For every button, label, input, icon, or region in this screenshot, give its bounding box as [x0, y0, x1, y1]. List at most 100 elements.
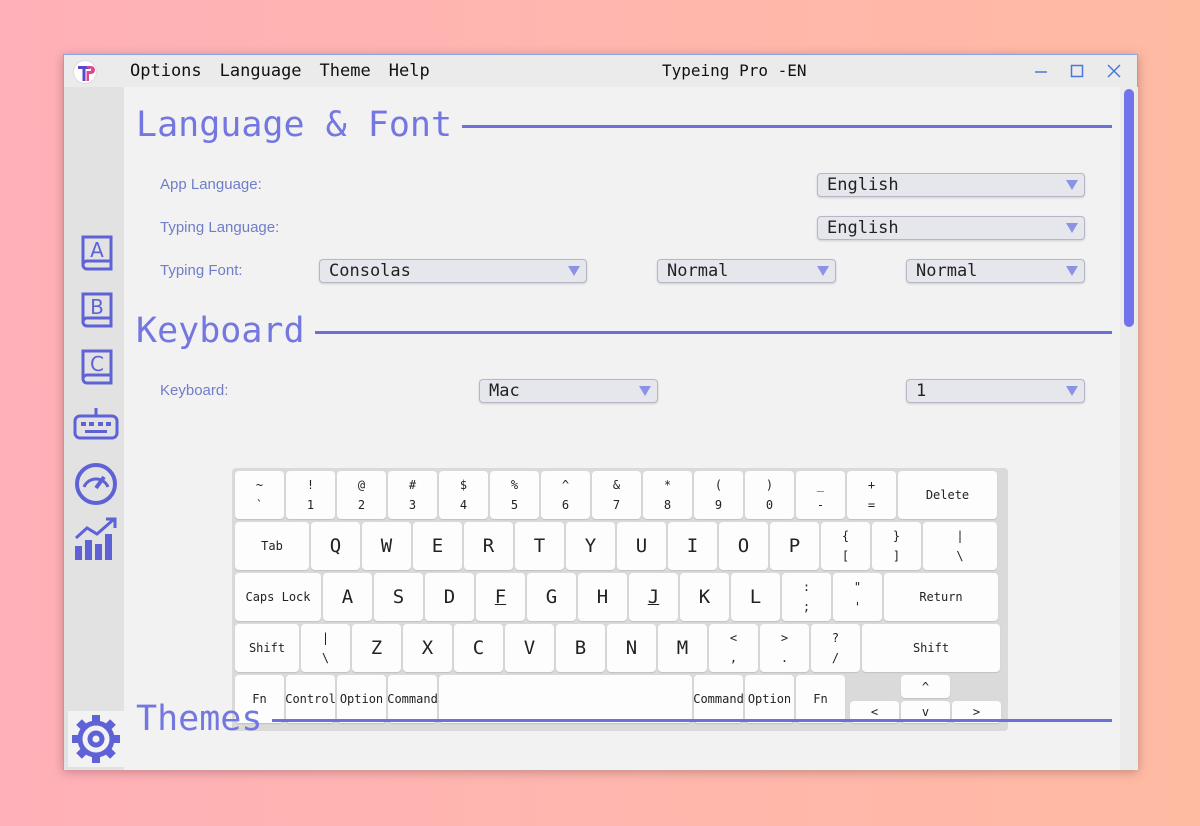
- key-label: D: [443, 586, 456, 608]
- key-label: W: [380, 535, 393, 557]
- keyboard-variant-select[interactable]: 1: [906, 379, 1085, 403]
- key-symbol: }]: [872, 522, 921, 570]
- key-shift-label: ?: [831, 631, 840, 645]
- keyboard-layout-select[interactable]: Mac: [479, 379, 658, 403]
- gear-icon[interactable]: [68, 711, 124, 767]
- key-shift-label: ^: [561, 478, 570, 492]
- chart-icon[interactable]: [73, 516, 119, 562]
- app-language-select[interactable]: English: [817, 173, 1085, 197]
- key-tab: Tab: [235, 522, 309, 570]
- key-shift: Shift: [235, 624, 299, 672]
- title-bar: Options Language Theme Help Typeing Pro …: [64, 55, 1137, 87]
- key-v: V: [505, 624, 554, 672]
- key-label: C: [472, 637, 485, 659]
- key-base-label: .: [780, 651, 789, 665]
- svg-text:A: A: [90, 238, 104, 262]
- typing-font-family-select[interactable]: Consolas: [319, 259, 587, 283]
- key-return: Return: [884, 573, 998, 621]
- key-label: E: [431, 535, 444, 557]
- scroll-thumb[interactable]: [1124, 89, 1134, 327]
- language-font-heading: Language & Font: [136, 105, 453, 145]
- key-m: M: [658, 624, 707, 672]
- key-shift-label: ~: [255, 478, 264, 492]
- menu-language[interactable]: Language: [212, 59, 312, 83]
- key-p: P: [770, 522, 819, 570]
- key-shift-label: ): [765, 478, 774, 492]
- key-z: Z: [352, 624, 401, 672]
- key-base-label: ': [853, 600, 862, 614]
- key-label: ^: [921, 679, 930, 694]
- key-label: L: [749, 586, 762, 608]
- typing-font-style-select[interactable]: Normal: [906, 259, 1085, 283]
- settings-content: Language & Font App Language: English Ty…: [124, 87, 1120, 770]
- key-q: Q: [311, 522, 360, 570]
- key-shift-label: |: [956, 529, 964, 543]
- dropdown-arrow-icon: [568, 266, 580, 276]
- menu-help[interactable]: Help: [381, 59, 440, 83]
- book-b-icon[interactable]: B: [73, 288, 119, 334]
- key-shift-label: (: [714, 478, 723, 492]
- key-label: Shift: [912, 641, 950, 655]
- app-language-value: English: [827, 175, 899, 195]
- key-label: B: [574, 637, 587, 659]
- book-a-icon[interactable]: A: [73, 231, 119, 277]
- key-caps-lock: Caps Lock: [235, 573, 321, 621]
- typing-font-label: Typing Font:: [160, 262, 243, 279]
- key-base-label: 6: [561, 498, 570, 512]
- key-label: Delete: [925, 488, 970, 502]
- key-symbol: | \: [301, 624, 350, 672]
- typing-font-weight-select[interactable]: Normal: [657, 259, 836, 283]
- key-base-label: 3: [408, 498, 417, 512]
- key-symbol: ) 0: [745, 471, 794, 519]
- book-c-icon[interactable]: C: [73, 345, 119, 391]
- typing-language-value: English: [827, 218, 899, 238]
- key-symbol: (9: [694, 471, 743, 519]
- minimize-icon[interactable]: [1032, 62, 1050, 80]
- vertical-scrollbar[interactable]: [1120, 87, 1138, 770]
- keyboard-layout-value: Mac: [489, 381, 520, 401]
- menu-theme[interactable]: Theme: [312, 59, 381, 83]
- key-label: F: [494, 586, 507, 608]
- key-symbol: <,: [709, 624, 758, 672]
- app-language-label: App Language:: [160, 176, 262, 193]
- key-symbol: $4: [439, 471, 488, 519]
- key-base-label: 2: [357, 498, 366, 512]
- key-shift-label: }: [892, 529, 901, 543]
- key-j: J: [629, 573, 678, 621]
- key-d: D: [425, 573, 474, 621]
- key-symbol: @2: [337, 471, 386, 519]
- key-y: Y: [566, 522, 615, 570]
- key-shift-label: %: [510, 478, 519, 492]
- dropdown-arrow-icon: [1066, 223, 1078, 233]
- key-w: W: [362, 522, 411, 570]
- key-symbol: + =: [847, 471, 896, 519]
- maximize-icon[interactable]: [1068, 62, 1086, 80]
- key-label: Y: [584, 535, 597, 557]
- keyboard-icon[interactable]: [73, 402, 119, 448]
- key-label: P: [788, 535, 801, 557]
- key-k: K: [680, 573, 729, 621]
- key-base-label: \: [321, 651, 330, 665]
- key-label: Shift: [248, 641, 286, 655]
- keyboard-heading: Keyboard: [136, 311, 305, 351]
- themes-section-header: Themes: [136, 699, 1112, 739]
- key-base-label: ;: [802, 600, 811, 614]
- keyboard-variant-value: 1: [916, 381, 927, 401]
- dropdown-arrow-icon: [1066, 386, 1078, 396]
- speedometer-icon[interactable]: [73, 459, 119, 505]
- menu-options[interactable]: Options: [130, 59, 212, 83]
- section-rule: [462, 124, 1112, 128]
- key-o: O: [719, 522, 768, 570]
- key-base-label: 8: [663, 498, 672, 512]
- dropdown-arrow-icon: [639, 386, 651, 396]
- key-base-label: /: [831, 651, 840, 665]
- typing-language-label: Typing Language:: [160, 219, 280, 236]
- menu-bar: Options Language Theme Help: [130, 59, 440, 83]
- keyboard-label: Keyboard:: [160, 382, 229, 399]
- close-icon[interactable]: [1105, 62, 1123, 80]
- themes-heading: Themes: [136, 699, 263, 739]
- key-n: N: [607, 624, 656, 672]
- svg-text:B: B: [90, 295, 104, 319]
- key-base-label: -: [816, 498, 825, 512]
- typing-language-select[interactable]: English: [817, 216, 1085, 240]
